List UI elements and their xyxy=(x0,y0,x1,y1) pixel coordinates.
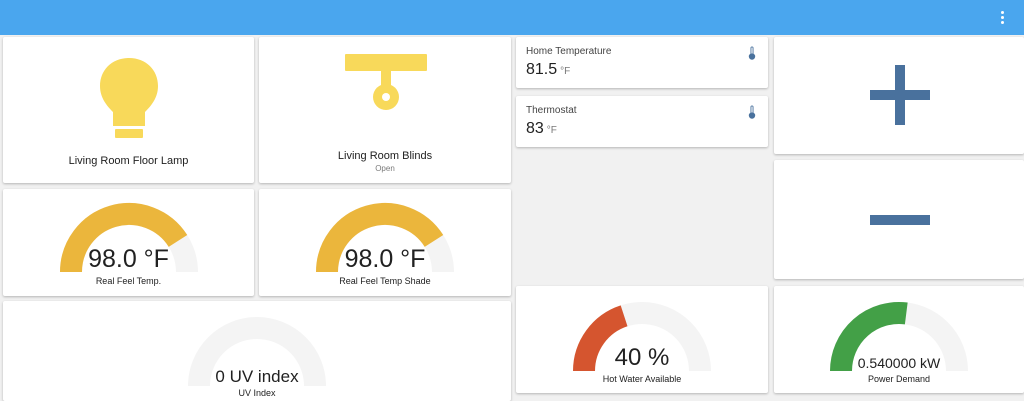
header-bar xyxy=(0,0,1024,35)
home-temperature-card[interactable]: Home Temperature 81.5 °F xyxy=(516,37,768,88)
home-temperature-number: 81.5 xyxy=(526,61,558,78)
lamp-card[interactable]: Living Room Floor Lamp xyxy=(3,37,254,183)
increase-button[interactable] xyxy=(774,37,1024,154)
thermostat-value: 83 °F xyxy=(526,120,557,138)
uv-index-label: UV Index xyxy=(238,388,276,398)
uv-index-gauge-card[interactable]: 0 UV index UV Index xyxy=(3,301,511,401)
real-feel-label: Real Feel Temp. xyxy=(95,276,162,286)
minus-icon xyxy=(870,215,930,225)
thermometer-icon xyxy=(748,46,756,60)
thermostat-card[interactable]: Thermostat 83 °F xyxy=(516,96,768,147)
real-feel-shade-gauge-card[interactable]: 98.0 °F Real Feel Temp Shade xyxy=(259,189,511,296)
hot-water-value: 40 % xyxy=(614,344,670,371)
plus-icon xyxy=(870,65,930,125)
real-feel-value: 98.0 °F xyxy=(88,245,169,273)
uv-index-value: 0 UV index xyxy=(215,367,299,386)
hot-water-label: Hot Water Available xyxy=(602,374,682,384)
power-demand-label: Power Demand xyxy=(867,374,931,384)
power-demand-gauge-card[interactable]: 0.540000 kW Power Demand xyxy=(774,286,1024,393)
home-temperature-value: 81.5 °F xyxy=(526,61,570,79)
blinds-label: Living Room Blinds xyxy=(337,150,433,162)
blinds-icon xyxy=(345,54,427,110)
lightbulb-icon xyxy=(100,58,158,138)
real-feel-gauge-card[interactable]: 98.0 °F Real Feel Temp. xyxy=(3,189,254,296)
power-demand-value: 0.540000 kW xyxy=(857,355,941,371)
blinds-card[interactable]: Living Room Blinds Open xyxy=(259,37,511,183)
decrease-button[interactable] xyxy=(774,160,1024,279)
blinds-state: Open xyxy=(375,164,395,173)
real-feel-shade-value: 98.0 °F xyxy=(344,245,426,273)
thermostat-number: 83 xyxy=(526,120,544,137)
lamp-label: Living Room Floor Lamp xyxy=(68,155,189,167)
home-temperature-label: Home Temperature xyxy=(526,46,612,57)
thermometer-icon xyxy=(748,105,756,119)
thermostat-unit: °F xyxy=(546,125,557,136)
real-feel-shade-label: Real Feel Temp Shade xyxy=(339,276,431,286)
dots-vertical-icon[interactable] xyxy=(994,9,1010,27)
thermostat-label: Thermostat xyxy=(526,105,577,116)
home-temperature-unit: °F xyxy=(560,66,571,77)
hot-water-gauge-card[interactable]: 40 % Hot Water Available xyxy=(516,286,768,393)
